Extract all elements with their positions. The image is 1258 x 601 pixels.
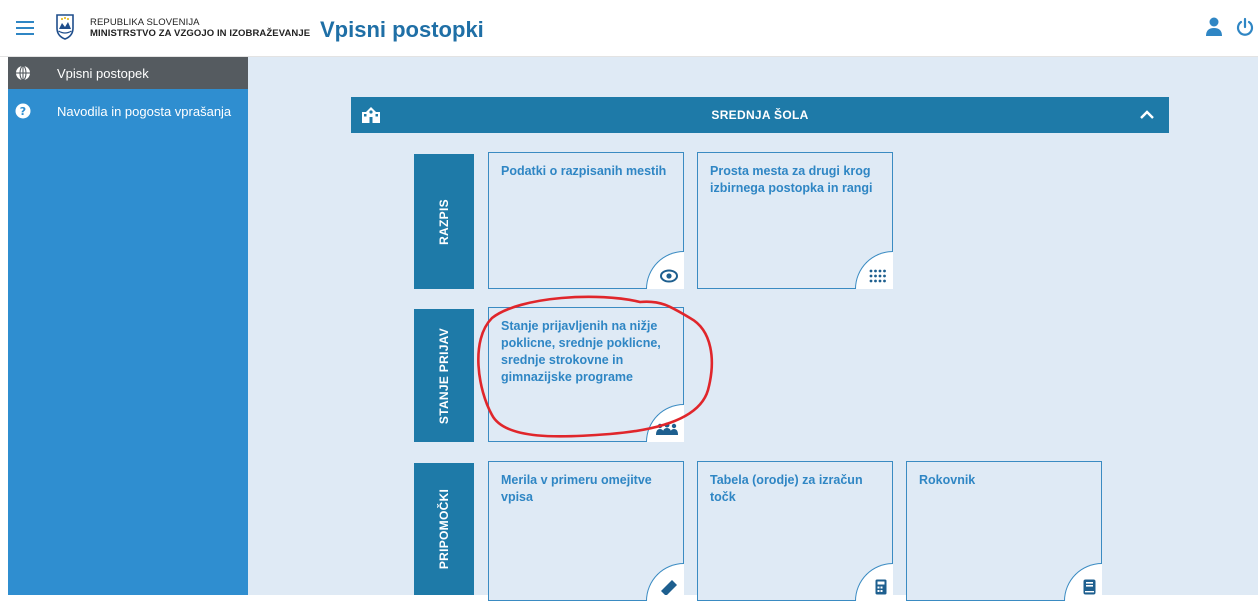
grid-dots-icon: [869, 269, 886, 283]
card-merila[interactable]: Merila v primeru omejitve vpisa: [488, 461, 684, 601]
book-icon: [1083, 579, 1096, 595]
card-title: Tabela (orodje) za izračun točk: [710, 473, 863, 504]
group-label-razpis: RAZPIS: [414, 154, 474, 289]
card-title: Podatki o razpisanih mestih: [501, 164, 667, 178]
people-icon: [656, 422, 678, 435]
sidebar-item-label: Vpisni postopek: [57, 65, 149, 81]
card-stanje-prijavljenih[interactable]: Stanje prijavljenih na nižje poklicne, s…: [488, 307, 684, 442]
section-title: SREDNJA ŠOLA: [711, 108, 809, 122]
card-badge: [1064, 563, 1102, 601]
section-header-srednja-sola[interactable]: SREDNJA ŠOLA: [351, 97, 1169, 133]
card-rokovnik[interactable]: Rokovnik: [906, 461, 1102, 601]
calculator-icon: [875, 579, 887, 595]
card-badge: [646, 251, 684, 289]
sidebar-item-vpisni-postopek[interactable]: Vpisni postopek: [8, 57, 248, 89]
chevron-up-icon[interactable]: [1139, 107, 1155, 123]
card-title: Prosta mesta za drugi krog izbirnega pos…: [710, 164, 873, 195]
card-title: Merila v primeru omejitve vpisa: [501, 473, 652, 504]
coat-of-arms-icon: [56, 14, 74, 40]
group-label-stanje-prijav: STANJE PRIJAV: [414, 309, 474, 442]
organization-name: REPUBLIKA SLOVENIJA MINISTRSTVO ZA VZGOJ…: [90, 17, 310, 39]
sidebar-item-navodila[interactable]: ? Navodila in pogosta vprašanja: [8, 89, 248, 133]
ruler-icon: [661, 580, 677, 595]
card-badge: [646, 563, 684, 601]
menu-icon[interactable]: [16, 21, 34, 35]
sidebar: Vpisni postopek ? Navodila in pogosta vp…: [8, 57, 248, 595]
card-badge: [646, 404, 684, 442]
card-podatki-o-razpisanih-mestih[interactable]: Podatki o razpisanih mestih: [488, 152, 684, 289]
main-content: SREDNJA ŠOLA RAZPIS Podatki o razpisanih…: [248, 57, 1258, 601]
user-icon[interactable]: [1205, 17, 1223, 37]
power-icon[interactable]: [1236, 17, 1254, 37]
card-title: Stanje prijavljenih na nižje poklicne, s…: [501, 319, 661, 384]
group-label-text: STANJE PRIJAV: [437, 327, 451, 424]
card-title: Rokovnik: [919, 473, 976, 487]
page-title: Vpisni postopki: [320, 17, 484, 42]
group-label-text: PRIPOMOČKI: [437, 488, 451, 570]
card-prosta-mesta[interactable]: Prosta mesta za drugi krog izbirnega pos…: [697, 152, 893, 289]
group-label-pripomocki: PRIPOMOČKI: [414, 463, 474, 595]
top-header: REPUBLIKA SLOVENIJA MINISTRSTVO ZA VZGOJ…: [0, 0, 1258, 57]
globe-icon: [11, 61, 35, 85]
card-tabela-za-izracun-tock[interactable]: Tabela (orodje) za izračun točk: [697, 461, 893, 601]
svg-text:?: ?: [20, 105, 26, 118]
org-line-2: MINISTRSTVO ZA VZGOJO IN IZOBRAŽEVANJE: [90, 28, 311, 39]
org-line-1: REPUBLIKA SLOVENIJA: [90, 17, 200, 28]
eye-icon: [660, 269, 678, 283]
card-badge: [855, 563, 893, 601]
group-label-text: RAZPIS: [437, 198, 451, 245]
sidebar-item-label: Navodila in pogosta vprašanja: [57, 103, 232, 119]
card-badge: [855, 251, 893, 289]
question-icon: ?: [11, 99, 35, 123]
